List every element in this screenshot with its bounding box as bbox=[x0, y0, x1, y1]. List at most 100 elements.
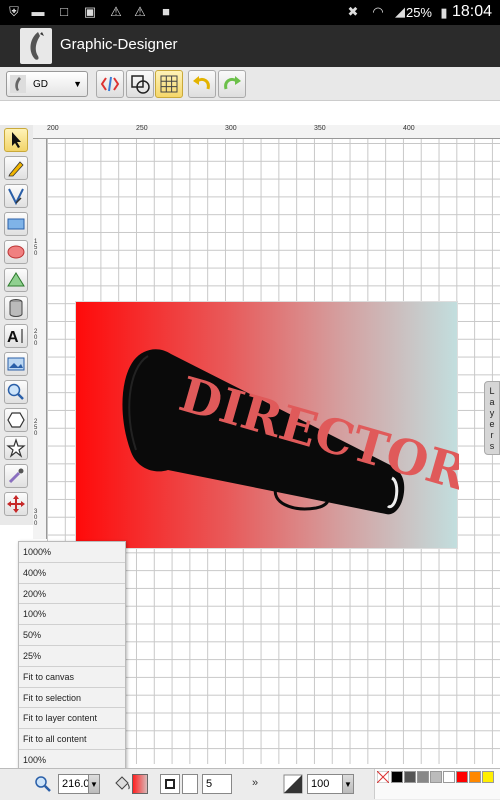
rectangle-icon bbox=[7, 218, 25, 230]
fill-color-swatch[interactable] bbox=[132, 774, 148, 794]
app-logo-icon[interactable] bbox=[20, 28, 52, 64]
zoom-option-1000[interactable]: 1000% bbox=[19, 542, 125, 563]
hexagon-tool[interactable] bbox=[4, 408, 28, 432]
battery-icon: ▮ bbox=[440, 5, 448, 20]
palette-swatch[interactable] bbox=[469, 771, 481, 783]
palette-swatch[interactable] bbox=[456, 771, 468, 783]
eyedropper-icon bbox=[8, 468, 24, 484]
fill-bucket-icon[interactable] bbox=[112, 774, 132, 794]
zoom-option-fit-canvas[interactable]: Fit to canvas bbox=[19, 666, 125, 688]
rectangle-tool[interactable] bbox=[4, 212, 28, 236]
grid-toggle-button[interactable] bbox=[155, 70, 183, 98]
layer-thumb-icon bbox=[10, 75, 26, 93]
zoom-option-fit-all[interactable]: Fit to all content bbox=[19, 729, 125, 750]
pencil-icon bbox=[8, 161, 24, 177]
megaphone-graphic: DIRECTOR bbox=[122, 349, 474, 515]
pen-tool[interactable] bbox=[4, 184, 28, 208]
layer-select-value: GD bbox=[33, 79, 48, 90]
database-icon bbox=[9, 299, 23, 317]
redo-icon bbox=[224, 76, 241, 90]
ellipse-tool[interactable] bbox=[4, 240, 28, 264]
palette-swatch[interactable] bbox=[482, 771, 494, 783]
more-options-button[interactable]: » bbox=[252, 777, 258, 789]
stroke-style-button[interactable] bbox=[160, 774, 180, 794]
pencil-tool[interactable] bbox=[4, 156, 28, 180]
chevron-down-icon: ▼ bbox=[344, 780, 352, 789]
zoom-option-fit-selection[interactable]: Fit to selection bbox=[19, 687, 125, 709]
artwork-layer[interactable]: DIRECTOR bbox=[75, 301, 474, 549]
star-icon bbox=[6, 438, 26, 458]
layer-select[interactable]: GD ▼ bbox=[6, 71, 88, 97]
ruler-v-label: 3 0 0 bbox=[34, 509, 38, 527]
pen-nib-icon bbox=[8, 188, 24, 206]
zoom-option-50[interactable]: 50% bbox=[19, 625, 125, 646]
incognito-icon: ▬ bbox=[31, 4, 45, 19]
text-tool[interactable]: A bbox=[4, 324, 28, 348]
palette-swatch[interactable] bbox=[417, 771, 429, 783]
stroke-width-input[interactable]: 5 bbox=[202, 774, 232, 794]
battery-level: 25% bbox=[405, 5, 432, 20]
color-palette bbox=[374, 769, 500, 799]
star-tool[interactable] bbox=[4, 436, 28, 460]
opacity-dropdown-button[interactable]: ▼ bbox=[342, 774, 354, 794]
move-arrows-icon bbox=[7, 495, 25, 513]
ruler-v-label: 1 5 0 bbox=[34, 239, 38, 257]
zoom-dropdown-button[interactable]: ▼ bbox=[88, 774, 100, 794]
status-bar: ⛨ ▬ □ ▣ ⚠ ⚠ ■ ✖ ◠ ◢ 25% ▮ 18:04 bbox=[0, 0, 500, 25]
code-brackets-icon bbox=[100, 76, 120, 92]
undo-button[interactable] bbox=[188, 70, 216, 98]
stroke-color-swatch[interactable] bbox=[182, 774, 198, 794]
ruler-h-label: 350 bbox=[314, 125, 326, 132]
opacity-input[interactable]: 100 bbox=[307, 774, 343, 794]
warning-icon-2: ⚠ bbox=[134, 4, 146, 19]
layers-panel-tab[interactable]: L a y e r s bbox=[484, 381, 500, 455]
horizontal-ruler: 200 250 300 350 400 bbox=[33, 125, 500, 139]
layers-tab-letter: a bbox=[489, 397, 495, 407]
mute-icon: ✖ bbox=[347, 4, 359, 19]
layers-tab-letter: y bbox=[489, 408, 495, 418]
polygon-tool[interactable] bbox=[4, 268, 28, 292]
cursor-arrow-icon bbox=[12, 132, 21, 148]
eyedropper-tool[interactable] bbox=[4, 464, 28, 488]
zoom-dropdown-menu: 1000% 400% 200% 100% 50% 25% Fit to canv… bbox=[18, 541, 126, 772]
no-color-icon[interactable] bbox=[377, 771, 389, 783]
clock: 18:04 bbox=[451, 3, 492, 20]
chevron-down-icon: ▼ bbox=[90, 780, 98, 789]
zoom-magnifier-icon[interactable] bbox=[34, 775, 52, 793]
square-outline-icon bbox=[165, 779, 175, 789]
ruler-v-label: 2 0 0 bbox=[34, 329, 38, 347]
code-view-button[interactable] bbox=[96, 70, 124, 98]
zoom-option-200[interactable]: 200% bbox=[19, 583, 125, 605]
warning-icon: ⚠ bbox=[110, 4, 122, 19]
shape-combine-button[interactable] bbox=[126, 70, 154, 98]
palette-swatch[interactable] bbox=[443, 771, 455, 783]
zoom-option-fit-layer[interactable]: Fit to layer content bbox=[19, 708, 125, 730]
ellipse-icon bbox=[7, 245, 25, 259]
layers-tab-letter: L bbox=[489, 386, 495, 396]
picture-icon bbox=[7, 357, 25, 371]
palette-swatch[interactable] bbox=[391, 771, 403, 783]
hexagon-icon bbox=[7, 412, 25, 428]
ruler-h-label: 300 bbox=[225, 125, 237, 132]
palette-swatch[interactable] bbox=[430, 771, 442, 783]
ruler-h-label: 250 bbox=[136, 125, 148, 132]
cylinder-tool[interactable] bbox=[4, 296, 28, 320]
chevron-down-icon: ▼ bbox=[73, 79, 82, 89]
select-tool[interactable] bbox=[4, 128, 28, 152]
magnifier-icon bbox=[7, 383, 24, 400]
layers-tab-letter: r bbox=[490, 430, 494, 440]
zoom-option-25[interactable]: 25% bbox=[19, 645, 125, 667]
ruler-h-label: 400 bbox=[403, 125, 415, 132]
shapes-overlap-icon bbox=[131, 75, 150, 94]
opacity-icon bbox=[283, 774, 303, 794]
zoom-option-100[interactable]: 100% bbox=[19, 604, 125, 626]
shield-icon: ⛨ bbox=[9, 4, 19, 19]
move-tool[interactable] bbox=[4, 492, 28, 516]
image-tool[interactable] bbox=[4, 352, 28, 376]
redo-button[interactable] bbox=[218, 70, 246, 98]
tool-sidebar: A bbox=[0, 125, 33, 525]
undo-icon bbox=[193, 76, 210, 90]
palette-swatch[interactable] bbox=[404, 771, 416, 783]
zoom-tool[interactable] bbox=[4, 380, 28, 404]
zoom-option-400[interactable]: 400% bbox=[19, 562, 125, 584]
